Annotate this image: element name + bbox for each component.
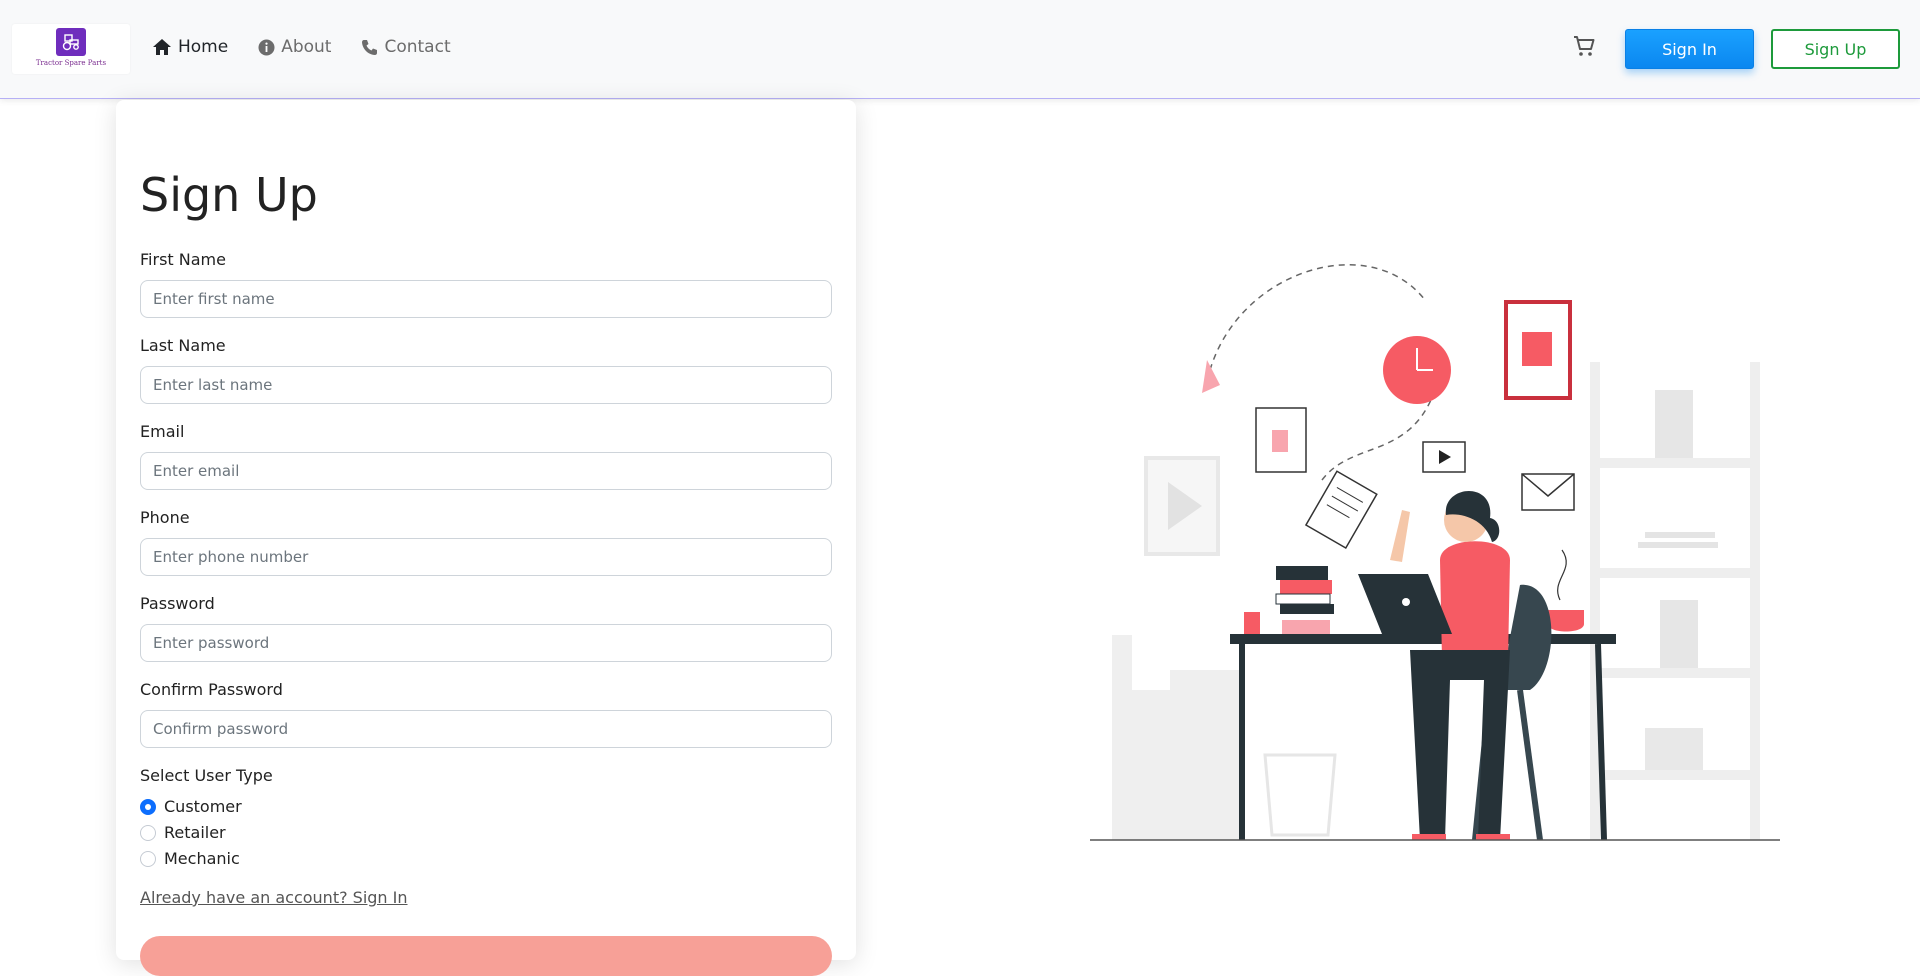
bookshelf-illustration <box>1590 362 1760 840</box>
radio-customer[interactable]: Customer <box>140 797 242 816</box>
brand-name: Tractor Spare Parts <box>35 59 107 67</box>
nav-about[interactable]: About <box>258 37 331 57</box>
cart-icon[interactable] <box>1572 34 1596 58</box>
radio-mechanic-label: Mechanic <box>164 849 240 868</box>
signin-button[interactable]: Sign In <box>1625 29 1754 69</box>
password-label: Password <box>140 594 215 613</box>
home-icon <box>153 39 171 55</box>
submit-button[interactable] <box>140 936 832 976</box>
nav-home[interactable]: Home <box>152 37 228 57</box>
cabinet-illustration <box>1112 635 1240 840</box>
pencil-cup-illustration <box>1244 612 1260 634</box>
tractor-icon <box>56 28 86 56</box>
wastebasket-illustration <box>1263 753 1337 837</box>
email-label: Email <box>140 422 185 441</box>
person-illustration <box>1390 490 1510 840</box>
signup-form-card: Sign Up First Name Last Name Email Phone… <box>116 100 856 976</box>
email-field[interactable] <box>140 452 832 490</box>
nav-contact-label: Contact <box>384 37 451 57</box>
last-name-field[interactable] <box>140 366 832 404</box>
navbar: Tractor Spare Parts Home About Contact S… <box>0 0 1920 99</box>
nav-links: Home About Contact <box>152 37 451 57</box>
clock-illustration <box>1383 336 1451 404</box>
radio-customer-label: Customer <box>164 797 242 816</box>
signin-link[interactable]: Already have an account? Sign In <box>140 888 408 907</box>
envelope-illustration <box>1521 473 1575 511</box>
first-name-field[interactable] <box>140 280 832 318</box>
phone-icon <box>362 39 378 55</box>
document-illustration <box>1304 470 1378 550</box>
confirm-password-label: Confirm Password <box>140 680 283 699</box>
tablet-illustration <box>1255 407 1307 473</box>
password-field[interactable] <box>140 624 832 662</box>
red-frame-illustration <box>1504 300 1572 400</box>
radio-button-retailer[interactable] <box>140 824 156 841</box>
workspace-illustration <box>1090 250 1790 850</box>
radio-mechanic[interactable]: Mechanic <box>140 849 240 868</box>
info-icon <box>258 39 275 55</box>
nav-about-label: About <box>281 37 332 57</box>
signup-button[interactable]: Sign Up <box>1771 29 1900 69</box>
nav-contact[interactable]: Contact <box>361 37 451 57</box>
page-title: Sign Up <box>140 168 318 222</box>
coffee-cup-illustration <box>1548 549 1584 632</box>
radio-button-customer[interactable] <box>140 798 156 815</box>
wall-frame-illustration <box>1144 456 1220 556</box>
user-type-label: Select User Type <box>140 766 273 785</box>
brand-logo[interactable]: Tractor Spare Parts <box>12 24 130 74</box>
first-name-label: First Name <box>140 250 226 269</box>
radio-retailer[interactable]: Retailer <box>140 823 226 842</box>
phone-label: Phone <box>140 508 190 527</box>
confirm-password-field[interactable] <box>140 710 832 748</box>
books-illustration <box>1275 566 1334 634</box>
nav-home-label: Home <box>178 37 229 57</box>
radio-retailer-label: Retailer <box>164 823 226 842</box>
laptop-illustration <box>1358 574 1452 634</box>
video-icon <box>1422 441 1466 473</box>
phone-field[interactable] <box>140 538 832 576</box>
last-name-label: Last Name <box>140 336 226 355</box>
radio-button-mechanic[interactable] <box>140 850 156 867</box>
